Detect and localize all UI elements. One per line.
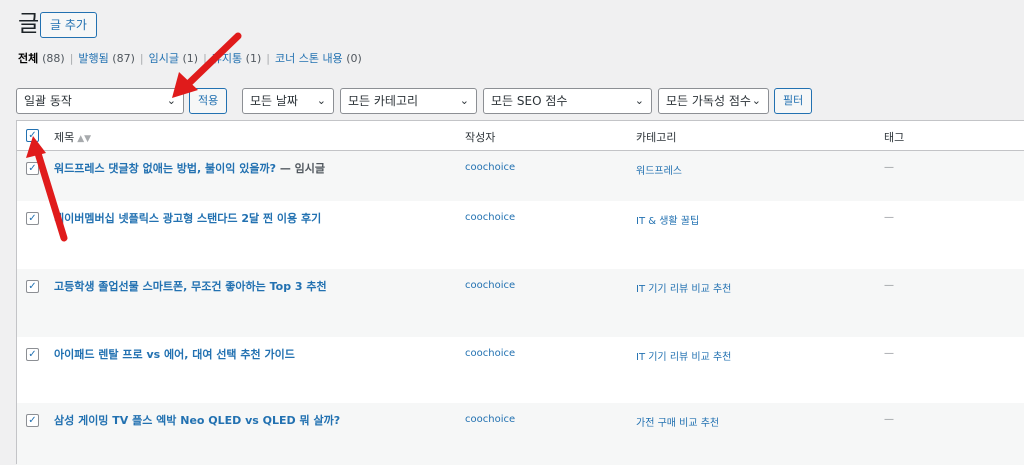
author-link[interactable]: coochoice	[465, 348, 515, 359]
chevron-down-icon: ⌄	[459, 94, 469, 107]
category-link[interactable]: IT & 생활 꿀팁	[636, 212, 699, 227]
tags-cell: —	[884, 348, 894, 359]
column-category-header: 카테고리	[636, 131, 677, 144]
table-row: ✓ 네이버멤버십 넷플릭스 광고형 스탠다드 2달 찐 이용 후기 coocho…	[17, 201, 1024, 269]
table-header: ✓ 제목 ▲▼ 작성자 카테고리 태그	[17, 121, 1024, 151]
table-row: ✓ 아이패드 렌탈 프로 vs 에어, 대여 선택 추천 가이드 coochoi…	[17, 337, 1024, 403]
table-row: ✓ 고등학생 졸업선물 스마트폰, 무조건 좋아하는 Top 3 추천 cooc…	[17, 269, 1024, 337]
author-link[interactable]: coochoice	[465, 280, 515, 291]
status-trash-link[interactable]: 휴지통 (1)	[212, 52, 261, 65]
post-title-link[interactable]: 워드프레스 댓글창 없애는 방법, 불이익 있을까? — 임시글	[54, 160, 325, 176]
row-checkbox[interactable]: ✓	[26, 212, 39, 225]
tags-cell: —	[884, 280, 894, 291]
author-link[interactable]: coochoice	[465, 212, 515, 223]
add-post-button[interactable]: 글 추가	[40, 12, 97, 38]
status-draft-link[interactable]: 임시글 (1)	[149, 52, 198, 65]
category-link[interactable]: 워드프레스	[636, 162, 682, 177]
chevron-down-icon: ⌄	[316, 94, 326, 107]
category-filter-select[interactable]: 모든 카테고리 ⌄	[340, 88, 477, 114]
status-all-link[interactable]: 전체 (88)	[18, 52, 65, 65]
readability-filter-select[interactable]: 모든 가독성 점수 ⌄	[658, 88, 769, 114]
author-link[interactable]: coochoice	[465, 414, 515, 425]
post-status-filters: 전체 (88) | 발행됨 (87) | 임시글 (1) | 휴지통 (1) | 코너 스톤 내…	[18, 52, 362, 65]
filter-button[interactable]: 필터	[774, 88, 813, 114]
table-row: ✓ 삼성 게이밍 TV 플스 엑박 Neo QLED vs QLED 뭐 살까?…	[17, 403, 1024, 465]
category-link[interactable]: 가전 구매 비교 추천	[636, 414, 719, 429]
row-checkbox[interactable]: ✓	[26, 414, 39, 427]
tags-cell: —	[884, 162, 894, 173]
chevron-down-icon: ⌄	[166, 94, 176, 107]
post-state: — 임시글	[276, 162, 326, 175]
post-title-link[interactable]: 아이패드 렌탈 프로 vs 에어, 대여 선택 추천 가이드	[54, 346, 295, 362]
status-published-link[interactable]: 발행됨 (87)	[78, 52, 134, 65]
row-checkbox[interactable]: ✓	[26, 280, 39, 293]
row-checkbox[interactable]: ✓	[26, 162, 39, 175]
page-title: 글	[18, 11, 40, 37]
author-link[interactable]: coochoice	[465, 162, 515, 173]
apply-button[interactable]: 적용	[189, 88, 228, 114]
tags-cell: —	[884, 212, 894, 223]
category-link[interactable]: IT 기기 리뷰 비교 추천	[636, 348, 731, 363]
post-title-link[interactable]: 네이버멤버십 넷플릭스 광고형 스탠다드 2달 찐 이용 후기	[54, 210, 321, 226]
post-title-link[interactable]: 삼성 게이밍 TV 플스 엑박 Neo QLED vs QLED 뭐 살까?	[54, 412, 340, 428]
posts-table: ✓ 제목 ▲▼ 작성자 카테고리 태그 ✓ 워드프레스 댓글창 없애는 방법, 불…	[16, 120, 1024, 465]
category-link[interactable]: IT 기기 리뷰 비교 추천	[636, 280, 731, 295]
sort-icon: ▲▼	[77, 134, 92, 144]
chevron-down-icon: ⌄	[634, 94, 644, 107]
row-checkbox[interactable]: ✓	[26, 348, 39, 361]
chevron-down-icon: ⌄	[751, 94, 761, 107]
status-cornerstone-link[interactable]: 코너 스톤 내용 (0)	[275, 52, 362, 65]
select-all-checkbox[interactable]: ✓	[26, 129, 39, 142]
tags-cell: —	[884, 414, 894, 425]
column-title-header[interactable]: 제목 ▲▼	[54, 129, 91, 145]
column-author-header: 작성자	[465, 131, 496, 144]
bulk-action-select[interactable]: 일괄 동작 ⌄	[16, 88, 184, 114]
table-row: ✓ 워드프레스 댓글창 없애는 방법, 불이익 있을까? — 임시글 cooch…	[17, 151, 1024, 201]
seo-score-filter-select[interactable]: 모든 SEO 점수 ⌄	[483, 88, 652, 114]
column-tags-header: 태그	[884, 131, 905, 144]
date-filter-select[interactable]: 모든 날짜 ⌄	[242, 88, 334, 114]
post-title-link[interactable]: 고등학생 졸업선물 스마트폰, 무조건 좋아하는 Top 3 추천	[54, 278, 327, 294]
